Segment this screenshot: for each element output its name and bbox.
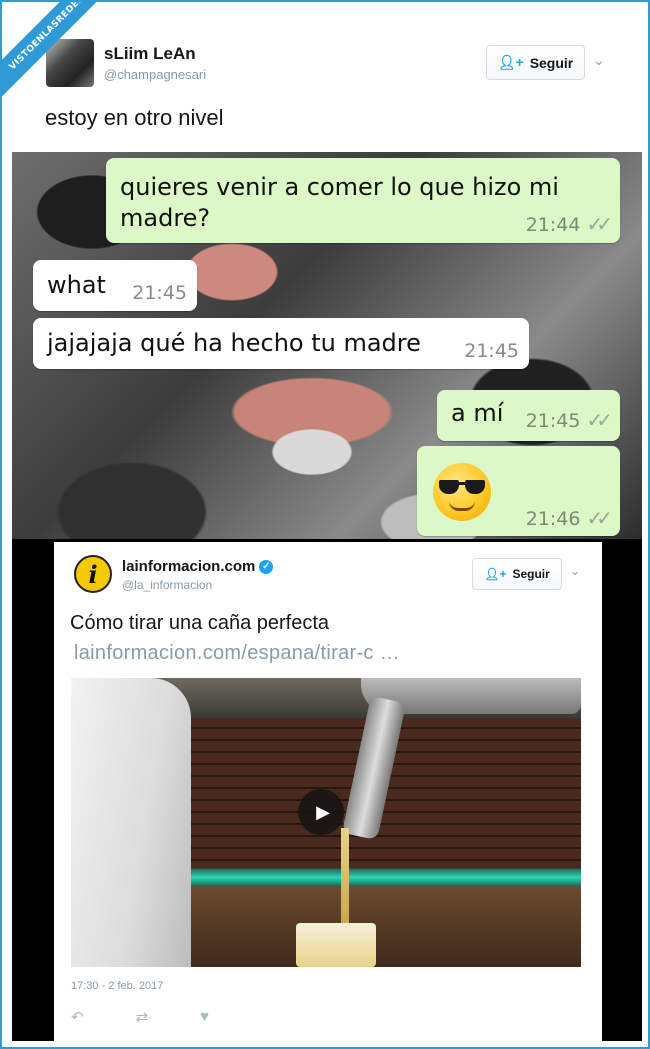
add-user-icon: 👤︎+ [484, 567, 507, 581]
message-time: 21:44 ✓✓ [525, 212, 613, 236]
follow-label: Seguir [512, 567, 550, 581]
double-check-icon: ✓✓ [586, 408, 612, 432]
user-handle[interactable]: @champagnesari [104, 67, 206, 82]
message-text: what [47, 271, 106, 299]
sunglasses-emoji-icon [433, 463, 491, 521]
chat-bubble-outgoing: 21:46 ✓✓ [417, 446, 620, 536]
video-player[interactable]: ▶ [71, 678, 581, 967]
message-time: 21:46 ✓✓ [525, 506, 613, 530]
chat-bubble-outgoing: quieres venir a comer lo que hizo mi mad… [106, 158, 620, 243]
chat-bubble-outgoing: a mí 21:45 ✓✓ [437, 390, 620, 441]
message-text: jajajaja qué ha hecho tu madre [47, 329, 421, 357]
message-time: 21:45 ✓✓ [525, 408, 613, 432]
user-handle[interactable]: @la_informacion [122, 578, 212, 592]
tweet-text: Cómo tirar una caña perfecta [70, 612, 330, 634]
like-icon[interactable]: ♥ [200, 1008, 209, 1026]
tweet-timestamp[interactable]: 17:30 - 2 feb. 2017 [71, 980, 163, 992]
tweet-card: sLiim LeAn @champagnesari 👤︎+ Seguir ⌄ e… [12, 12, 642, 152]
retweet-icon[interactable]: ⇄ [136, 1008, 149, 1026]
play-icon[interactable]: ▶ [298, 789, 344, 835]
tweet-text: estoy en otro nivel [45, 105, 224, 130]
add-user-icon: 👤︎+ [497, 54, 524, 70]
screenshot-frame: VISTOENLASREDES sLiim LeAn @champagnesar… [0, 0, 650, 1049]
embedded-tweet: i lainformacion.com ✓ @la_informacion 👤︎… [54, 542, 602, 1041]
verified-badge-icon: ✓ [259, 559, 274, 574]
display-name[interactable]: lainformacion.com ✓ [122, 558, 274, 575]
chat-bubble-incoming: jajajaja qué ha hecho tu madre 21:45 [33, 318, 529, 369]
chat-screenshot[interactable]: quieres venir a comer lo que hizo mi mad… [12, 152, 642, 539]
avatar[interactable] [46, 39, 94, 87]
brand-logo[interactable]: i [74, 555, 112, 593]
follow-button[interactable]: 👤︎+ Seguir [472, 558, 562, 590]
chevron-down-icon[interactable]: ⌄ [570, 564, 580, 578]
reply-icon[interactable]: ↶ [71, 1008, 84, 1026]
chevron-down-icon[interactable]: ⌄ [593, 52, 605, 69]
message-text: a mí [451, 399, 504, 427]
display-name[interactable]: sLiim LeAn [104, 44, 196, 64]
chat-bubble-incoming: what 21:45 [33, 260, 197, 311]
message-time: 21:45 [464, 340, 519, 362]
tweet-link[interactable]: lainformacion.com/espana/tirar-c … [74, 642, 400, 665]
tweet-actions: ↶ ⇄ ♥ [71, 1008, 209, 1026]
double-check-icon: ✓✓ [586, 212, 612, 236]
double-check-icon: ✓✓ [586, 506, 612, 530]
follow-button[interactable]: 👤︎+ Seguir [486, 45, 585, 80]
follow-label: Seguir [529, 54, 574, 71]
message-time: 21:45 [132, 282, 187, 304]
